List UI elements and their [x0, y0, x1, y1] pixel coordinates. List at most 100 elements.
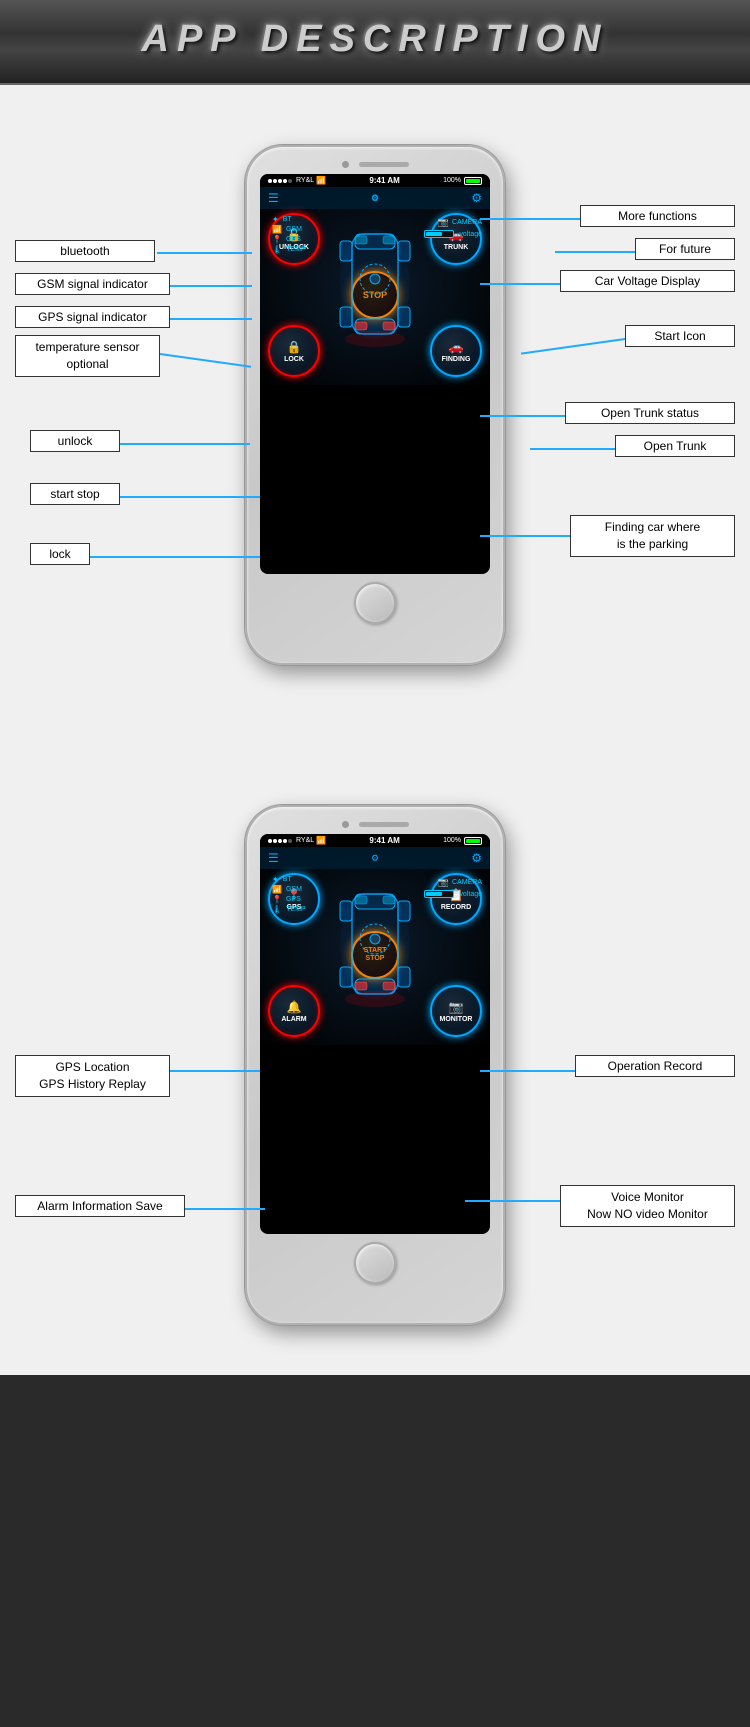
carrier-text: RY&L [296, 177, 314, 184]
line-alarm [185, 1208, 265, 1210]
finding-label: FINDING [442, 356, 471, 363]
label-opentrunkstatus: Open Trunk status [565, 402, 735, 424]
camera-icon: 📷 [438, 217, 449, 228]
voltage-fill [426, 232, 442, 236]
right-indicators2: 📷 CAMERA voltage [424, 877, 482, 898]
phone1-speaker [359, 162, 409, 167]
status-right: 100% [443, 177, 482, 185]
phone2-appscreen: ☰ ⚙ ⚙ ✦ BT 📶 [260, 847, 490, 1045]
phone2-statusbar: RY&L 📶 9:41 AM 100% [260, 834, 490, 847]
left-indicators: ✦ BT 📶 GSM 📍 GPS [264, 213, 314, 256]
camera-label2: CAMERA [452, 879, 482, 886]
gsm-indicator2: 📶 GSM [272, 885, 306, 894]
label-forfuture: For future [635, 238, 735, 260]
battery-fill2 [466, 839, 480, 843]
gsm-icon: 📶 [272, 225, 282, 234]
monitor-button[interactable]: 📷 MONITOR [430, 985, 482, 1037]
trunk-label: TRUNK [444, 244, 469, 251]
voltage-bar [424, 230, 454, 238]
record-label: RECORD [441, 904, 471, 911]
time-text: 9:41 AM [369, 176, 399, 185]
gps-indicator2: 📍 GPS [272, 895, 306, 904]
phone1-bottom [354, 582, 396, 624]
phone2-topbar [255, 821, 495, 828]
menu-icon[interactable]: ☰ [268, 191, 279, 205]
label-gsm: GSM signal indicator [15, 273, 170, 295]
phone1-topbar [255, 161, 495, 168]
label-lock: lock [30, 543, 90, 565]
signal-dots2 [268, 839, 292, 843]
finding-button[interactable]: 🚗 FINDING [430, 325, 482, 377]
lock-label: LOCK [284, 356, 304, 363]
phone1-screen: RY&L 📶 9:41 AM 100% ☰ [260, 174, 490, 574]
label-unlock: unlock [30, 430, 120, 452]
label-startstop: start stop [30, 483, 120, 505]
bt-indicator: ✦ BT [272, 215, 306, 224]
alarm-button[interactable]: 🔔 ALARM [268, 985, 320, 1037]
monitor-icon: 📷 [449, 1000, 464, 1014]
camera-label: CAMERA [452, 219, 482, 226]
label-starticon: Start Icon [625, 325, 735, 347]
temp-label: TEMP [286, 246, 305, 253]
menu-icon2[interactable]: ☰ [268, 851, 279, 865]
line-opentrunk [530, 448, 615, 450]
phone2-bottom [354, 1242, 396, 1284]
camera-indicator2: 📷 CAMERA [438, 877, 482, 888]
bt-label: BT [283, 216, 292, 223]
phone1-status-left: RY&L 📶 [268, 176, 326, 185]
line-morefunc [480, 218, 580, 220]
section2: GPS LocationGPS History Replay Alarm Inf… [0, 785, 750, 1345]
car-display [330, 219, 420, 354]
battery-text2: 100% [443, 837, 461, 844]
voltage-label: voltage [459, 231, 482, 238]
home-button1[interactable] [354, 582, 396, 624]
right-indicators: 📷 CAMERA voltage [424, 217, 482, 238]
settings-icon[interactable]: ⚙ [471, 191, 482, 205]
lock-button[interactable]: 🔒 LOCK [268, 325, 320, 377]
gps-icon2: 📍 [272, 895, 282, 904]
page-title: APP DESCRIPTION [0, 18, 750, 61]
wifi-icon: 📶 [316, 176, 326, 185]
status-right2: 100% [443, 837, 482, 845]
label-alarm: Alarm Information Save [15, 1195, 185, 1217]
car-svg [330, 219, 420, 349]
phone2-speaker [359, 822, 409, 827]
label-oprecord: Operation Record [575, 1055, 735, 1077]
phone1-camera [342, 161, 349, 168]
voltage-fill2 [426, 892, 442, 896]
bt-icon2: ✦ [272, 875, 279, 884]
line-voltage [480, 283, 560, 285]
header: APP DESCRIPTION [0, 0, 750, 85]
voltage-label2: voltage [459, 891, 482, 898]
line-gsm [170, 285, 252, 287]
label-temp: temperature sensoroptional [15, 335, 160, 377]
label-voltage-display: Car Voltage Display [560, 270, 735, 292]
voltage-indicator2: voltage [424, 890, 482, 898]
temp-icon: 🌡 [272, 245, 282, 254]
temp-icon2: 🌡 [272, 905, 282, 914]
label-gpsloc: GPS LocationGPS History Replay [15, 1055, 170, 1097]
settings-icon2[interactable]: ⚙ [471, 851, 482, 865]
line-gps [170, 318, 252, 320]
camera-indicator: 📷 CAMERA [438, 217, 482, 228]
line-opentrunkstatus [480, 415, 565, 417]
temp-label2: TEMP [286, 906, 305, 913]
phone2-screen: RY&L 📶 9:41 AM 100% ☰ [260, 834, 490, 1234]
time-text2: 9:41 AM [369, 836, 399, 845]
voltage-indicator: voltage [424, 230, 482, 238]
temp-indicator: 🌡 TEMP [272, 245, 306, 254]
left-indicators2: ✦ BT 📶 GSM 📍 GPS [264, 873, 314, 916]
label-findingcar: Finding car whereis the parking [570, 515, 735, 557]
wifi-icon2: 📶 [316, 836, 326, 845]
gps-label: GPS [286, 236, 301, 243]
app-logo2: ⚙ [371, 853, 379, 864]
line-bluetooth [157, 252, 252, 254]
app-logo: ⚙ [371, 193, 379, 204]
signal-dots [268, 179, 292, 183]
battery-fill [466, 179, 480, 183]
label-gps: GPS signal indicator [15, 306, 170, 328]
line-temp [160, 353, 251, 367]
home-button2[interactable] [354, 1242, 396, 1284]
gps-icon: 📍 [272, 235, 282, 244]
battery-text: 100% [443, 177, 461, 184]
